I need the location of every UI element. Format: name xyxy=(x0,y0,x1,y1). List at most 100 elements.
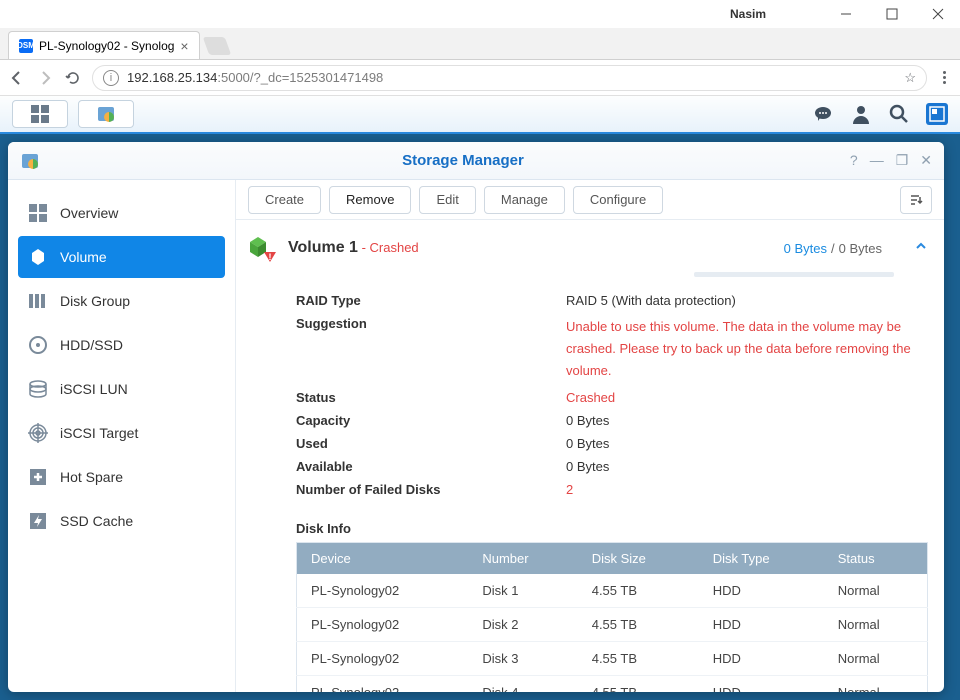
browser-tab-strip: DSM PL-Synology02 - Synolog × xyxy=(0,28,960,60)
manage-button[interactable]: Manage xyxy=(484,186,565,214)
tab-favicon: DSM xyxy=(19,39,33,53)
sidebar-item-hdd-ssd[interactable]: HDD/SSD xyxy=(18,324,225,366)
sidebar-label: Disk Group xyxy=(60,293,130,309)
col-type[interactable]: Disk Type xyxy=(699,543,824,575)
volume-icon xyxy=(28,247,48,267)
cell-device: PL-Synology02 xyxy=(297,574,469,608)
os-minimize-button[interactable] xyxy=(832,4,860,24)
os-close-button[interactable] xyxy=(924,4,952,24)
cell-size: 4.55 TB xyxy=(578,642,699,676)
url-host: 192.168.25.134 xyxy=(127,70,217,85)
content-area: ! Volume 1 - Crashed 0 Bytes / 0 Bytes xyxy=(236,220,944,692)
window-maximize-icon[interactable]: ❐ xyxy=(896,152,909,169)
sidebar-item-overview[interactable]: Overview xyxy=(18,192,225,234)
window-minimize-icon[interactable]: — xyxy=(870,152,884,169)
create-button[interactable]: Create xyxy=(248,186,321,214)
col-size[interactable]: Disk Size xyxy=(578,543,699,575)
cell-number: Disk 3 xyxy=(468,642,577,676)
sidebar-label: Overview xyxy=(60,205,118,221)
sidebar-label: Volume xyxy=(60,249,107,265)
window-close-icon[interactable]: ✕ xyxy=(920,152,932,169)
volume-usage-bar xyxy=(694,272,894,277)
user-icon[interactable] xyxy=(850,103,872,125)
cell-type: HDD xyxy=(699,676,824,692)
sort-icon xyxy=(909,193,923,207)
col-device[interactable]: Device xyxy=(297,543,469,575)
used-label: Used xyxy=(296,436,566,451)
volume-crashed-icon: ! xyxy=(246,234,276,262)
window-help-icon[interactable]: ? xyxy=(850,152,858,169)
bookmark-star-icon[interactable]: ☆ xyxy=(904,70,916,86)
chat-icon[interactable] xyxy=(812,103,834,125)
svg-text:!: ! xyxy=(269,252,272,262)
hdd-icon xyxy=(28,335,48,355)
widgets-icon[interactable] xyxy=(926,103,948,125)
storage-manager-window: Storage Manager ? — ❐ ✕ Overview Volume xyxy=(8,142,944,692)
col-number[interactable]: Number xyxy=(468,543,577,575)
used-value: 0 Bytes xyxy=(566,436,928,451)
capacity-value: 0 Bytes xyxy=(566,413,928,428)
tab-close-icon[interactable]: × xyxy=(180,38,188,54)
edit-button[interactable]: Edit xyxy=(419,186,475,214)
search-icon[interactable] xyxy=(888,103,910,125)
suggestion-label: Suggestion xyxy=(296,316,566,382)
col-status[interactable]: Status xyxy=(824,543,928,575)
raid-type-value: RAID 5 (With data protection) xyxy=(566,293,928,308)
raid-type-label: RAID Type xyxy=(296,293,566,308)
volume-header[interactable]: ! Volume 1 - Crashed 0 Bytes / 0 Bytes xyxy=(246,234,928,262)
browser-tab[interactable]: DSM PL-Synology02 - Synolog × xyxy=(8,31,200,59)
overview-icon xyxy=(28,203,48,223)
storage-manager-icon xyxy=(96,104,116,124)
storage-manager-app-icon xyxy=(20,151,40,171)
cell-device: PL-Synology02 xyxy=(297,676,469,692)
ssd-cache-icon xyxy=(28,511,48,531)
failed-disks-label: Number of Failed Disks xyxy=(296,482,566,497)
sidebar-label: HDD/SSD xyxy=(60,337,123,353)
back-button[interactable] xyxy=(8,69,26,87)
sidebar-item-hot-spare[interactable]: Hot Spare xyxy=(18,456,225,498)
site-info-icon[interactable]: i xyxy=(103,70,119,86)
table-row[interactable]: PL-Synology02 Disk 3 4.55 TB HDD Normal xyxy=(297,642,928,676)
table-row[interactable]: PL-Synology02 Disk 4 4.55 TB HDD Normal xyxy=(297,676,928,692)
url-input[interactable]: i 192.168.25.134:5000/?_dc=1525301471498… xyxy=(92,65,927,91)
volume-dash: - xyxy=(358,240,370,255)
available-label: Available xyxy=(296,459,566,474)
disk-group-icon xyxy=(28,291,48,311)
available-value: 0 Bytes xyxy=(566,459,928,474)
cell-type: HDD xyxy=(699,642,824,676)
sidebar-item-ssd-cache[interactable]: SSD Cache xyxy=(18,500,225,542)
sidebar-item-disk-group[interactable]: Disk Group xyxy=(18,280,225,322)
cell-size: 4.55 TB xyxy=(578,676,699,692)
cell-status: Normal xyxy=(824,574,928,608)
os-username: Nasim xyxy=(730,7,766,21)
table-row[interactable]: PL-Synology02 Disk 2 4.55 TB HDD Normal xyxy=(297,608,928,642)
forward-button[interactable] xyxy=(36,69,54,87)
os-maximize-button[interactable] xyxy=(878,4,906,24)
table-row[interactable]: PL-Synology02 Disk 1 4.55 TB HDD Normal xyxy=(297,574,928,608)
cell-size: 4.55 TB xyxy=(578,574,699,608)
cell-device: PL-Synology02 xyxy=(297,642,469,676)
cell-size: 4.55 TB xyxy=(578,608,699,642)
window-titlebar[interactable]: Storage Manager ? — ❐ ✕ xyxy=(8,142,944,180)
volume-name: Volume 1 xyxy=(288,239,358,256)
sidebar-label: SSD Cache xyxy=(60,513,133,529)
browser-menu-button[interactable] xyxy=(937,71,952,84)
sort-button[interactable] xyxy=(900,186,932,214)
dsm-storage-manager-taskbar-button[interactable] xyxy=(78,100,134,128)
sidebar-item-iscsi-lun[interactable]: iSCSI LUN xyxy=(18,368,225,410)
hot-spare-icon xyxy=(28,467,48,487)
configure-button[interactable]: Configure xyxy=(573,186,663,214)
failed-disks-value: 2 xyxy=(566,482,928,497)
sidebar-item-iscsi-target[interactable]: iSCSI Target xyxy=(18,412,225,454)
dsm-taskbar xyxy=(0,96,960,134)
status-label: Status xyxy=(296,390,566,405)
collapse-icon[interactable] xyxy=(914,239,928,258)
reload-button[interactable] xyxy=(64,69,82,87)
disk-info-title: Disk Info xyxy=(296,521,928,536)
dsm-main-menu-button[interactable] xyxy=(12,100,68,128)
capacity-label: Capacity xyxy=(296,413,566,428)
new-tab-button[interactable] xyxy=(202,37,231,55)
remove-button[interactable]: Remove xyxy=(329,186,411,214)
sidebar-item-volume[interactable]: Volume xyxy=(18,236,225,278)
browser-address-bar: i 192.168.25.134:5000/?_dc=1525301471498… xyxy=(0,60,960,96)
